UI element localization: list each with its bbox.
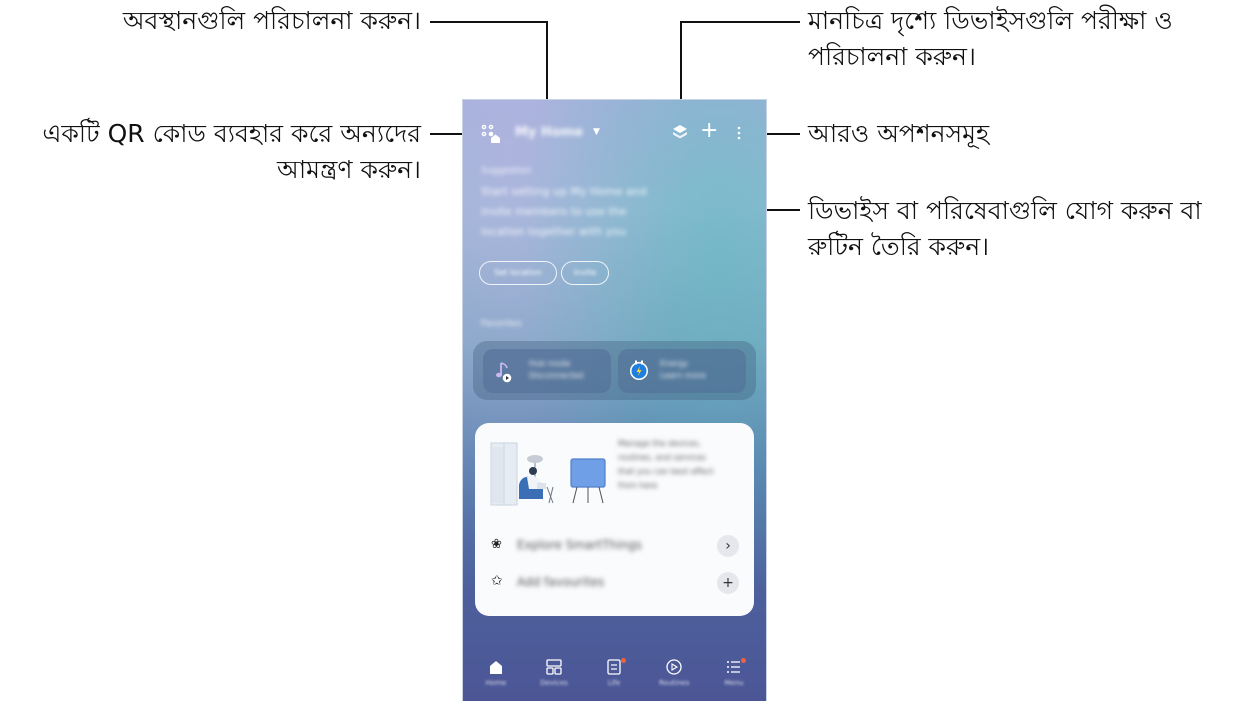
nav-menu-badge [741, 658, 746, 663]
add-favourites-row[interactable]: ✩ Add favourites + [475, 569, 754, 597]
leader-map-h [680, 21, 800, 23]
nav-routines-label: Routines [659, 679, 690, 687]
illustration-image [489, 437, 613, 509]
onboarding-card: Manage the devices, routines, and servic… [475, 423, 754, 616]
home-name-selector[interactable]: My Home [515, 125, 583, 140]
nav-home-label: Home [485, 679, 507, 687]
favorite-hub-status: Disconnected [529, 371, 584, 380]
card-description-line-3: that you can best affect [618, 467, 714, 476]
callout-more-options: আরও অপশনসমূহ [808, 119, 990, 148]
callout-map-line2: পরিচালনা করুন। [808, 42, 976, 71]
plus-icon[interactable]: + [717, 572, 739, 594]
suggestion-label: Suggestion [481, 166, 532, 176]
add-favourites-label: Add favourites [517, 575, 605, 589]
chevron-down-icon[interactable]: ▼ [593, 127, 600, 137]
nav-home[interactable]: Home [481, 658, 511, 687]
home-icon [490, 661, 502, 674]
fan-icon: ❀ [491, 537, 502, 552]
devices-icon [546, 659, 562, 675]
callout-map-view: মানচিত্র দৃশ্যে ডিভাইসগুলি পরীক্ষা ও পরি… [808, 3, 1173, 75]
favorites-label: Favorites [481, 319, 522, 329]
play-circle-icon [666, 659, 682, 675]
callout-map-line1: মানচিত্র দৃশ্যে ডিভাইসগুলি পরীক্ষা ও [808, 6, 1173, 35]
card-description-line-1: Manage the devices, [618, 439, 701, 448]
star-icon: ✩ [491, 573, 503, 589]
nav-menu-label: Menu [724, 679, 744, 687]
explore-label: Explore SmartThings [517, 538, 642, 552]
map-view-icon[interactable] [672, 124, 688, 144]
plug-icon [628, 359, 650, 385]
nav-life-label: Life [607, 679, 621, 687]
favorite-card-energy[interactable]: Energy Learn more [618, 349, 746, 393]
nav-life[interactable]: Life [599, 658, 629, 687]
nav-devices-label: Devices [540, 679, 568, 687]
nav-life-badge [621, 658, 626, 663]
callout-add-devices: ডিভাইস বা পরিষেবাগুলি যোগ করুন বা রুটিন … [808, 193, 1202, 265]
leader-locations-h [430, 21, 548, 23]
favorite-energy-name: Energy [660, 359, 689, 368]
suggestion-text-line-2: invite members to use the [481, 205, 627, 218]
music-play-icon [495, 361, 515, 387]
more-options-icon[interactable] [737, 125, 741, 144]
callout-qr-line1: একটি QR কোড ব্যবহার করে অন্যদের [42, 119, 421, 148]
qr-invite-icon[interactable] [481, 124, 501, 144]
chevron-right-icon[interactable]: › [717, 535, 739, 557]
callout-add-line1: ডিভাইস বা পরিষেবাগুলি যোগ করুন বা [808, 196, 1202, 225]
invite-button[interactable]: Invite [561, 261, 609, 285]
favorite-energy-status: Learn more [660, 371, 706, 380]
nav-devices[interactable]: Devices [539, 658, 569, 687]
favorite-card-hub[interactable]: Hub mode Disconnected [483, 349, 611, 393]
set-location-button[interactable]: Set location [479, 261, 557, 285]
callout-qr-invite: একটি QR কোড ব্যবহার করে অন্যদের আমন্ত্রণ… [42, 116, 421, 188]
phone-screen: My Home ▼ + Suggestion Start setting up … [463, 100, 766, 701]
suggestion-text-line-1: Start setting up My Home and [481, 185, 647, 198]
set-location-label: Set location [494, 268, 542, 277]
card-description-line-4: from here [618, 481, 658, 490]
nav-menu[interactable]: Menu [719, 658, 749, 687]
explore-row[interactable]: ❀ Explore SmartThings › [475, 532, 754, 560]
favorite-hub-name: Hub mode [529, 359, 571, 368]
nav-routines[interactable]: Routines [659, 658, 689, 687]
callout-manage-locations: অবস্থানগুলি পরিচালনা করুন। [122, 6, 421, 35]
add-plus-icon[interactable]: + [700, 120, 718, 142]
card-description-line-2: routines, and services [618, 453, 707, 462]
invite-label: Invite [573, 268, 597, 277]
suggestion-text-line-3: location together with you [481, 225, 627, 238]
callout-add-line2: রুটিন তৈরি করুন। [808, 232, 990, 261]
callout-qr-line2: আমন্ত্রণ করুন। [276, 155, 421, 184]
